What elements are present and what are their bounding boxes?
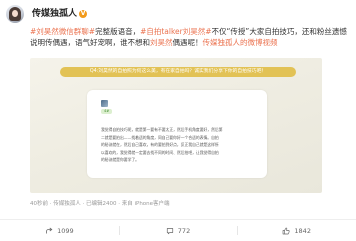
share-count: 1099 bbox=[57, 226, 74, 235]
hashtag-selfie-link[interactable]: #自拍talker刘昊然# bbox=[140, 27, 211, 36]
panel-line: 的秘诀就是你要学了。 bbox=[101, 157, 139, 162]
mention-link[interactable]: 刘昊然 bbox=[150, 38, 173, 47]
verified-badge-icon: V bbox=[79, 10, 88, 18]
post-meta: 40秒前 · 传媒独孤人 · 已编辑2400 · 来自 iPhone客户端 bbox=[30, 201, 170, 207]
action-bar: 1099 772 1842 bbox=[0, 219, 356, 241]
panel-line: 的秘诀就在，然后自己喜欢，有的要拍到好点，反正我自己就是这样所 bbox=[101, 142, 219, 147]
video-card[interactable]: Q4:刘昊然的自拍照为何这么美，有在家自拍吗？诚实我们分享下你的自拍技巧吧！ 4… bbox=[30, 58, 322, 193]
panel-badge: 4# bbox=[101, 109, 113, 114]
like-button[interactable]: 1842 bbox=[237, 220, 356, 241]
share-icon bbox=[45, 227, 53, 235]
like-count: 1842 bbox=[294, 226, 311, 235]
card-question-banner: Q4:刘昊然的自拍照为何这么美，有在家自拍吗？诚实我们分享下你的自拍技巧吧！ bbox=[60, 67, 296, 77]
avatar[interactable] bbox=[6, 5, 24, 23]
panel-line: 二就是要拍出——找着适的角度，同自己要你好一个合适的表情。自拍 bbox=[101, 134, 219, 140]
panel-line: 我觉得自拍技巧呢，就是第一要有不要太正，然后手机角度要好，然后第 bbox=[101, 127, 223, 132]
comment-count: 772 bbox=[177, 226, 191, 235]
share-button[interactable]: 1099 bbox=[0, 220, 119, 241]
username[interactable]: 传媒独孤人 V bbox=[32, 8, 88, 20]
card-answer-panel: 4# 我觉得自拍技巧呢，就是第一要有不要太正，然后手机角度要好，然后第 二就是要… bbox=[87, 90, 267, 178]
video-link[interactable]: 传媒独孤人的微博视频 bbox=[203, 38, 278, 47]
hashtag-wechat-link[interactable]: #刘昊然微信群聊# bbox=[30, 27, 95, 36]
comment-button[interactable]: 772 bbox=[118, 220, 238, 241]
post-text-part: 偶遇呢！ bbox=[172, 38, 203, 47]
panel-answer-text: 我觉得自拍技巧呢，就是第一要有不要太正，然后手机角度要好，然后第 二就是要拍出—… bbox=[101, 126, 255, 164]
panel-avatar bbox=[101, 100, 108, 107]
comment-icon bbox=[166, 227, 174, 235]
panel-line: 以喜欢的，我觉得就一定要去找不同的时间、然后拍吧，让我觉得自拍 bbox=[101, 149, 219, 155]
post-header: 传媒独孤人 V bbox=[6, 4, 88, 24]
post-text: #刘昊然微信群聊#完整版语音，#自拍talker刘昊然#不仅“传授”大家自拍技巧… bbox=[30, 26, 348, 48]
like-icon bbox=[282, 227, 290, 235]
post-text-part: 完整版语音， bbox=[95, 27, 141, 36]
